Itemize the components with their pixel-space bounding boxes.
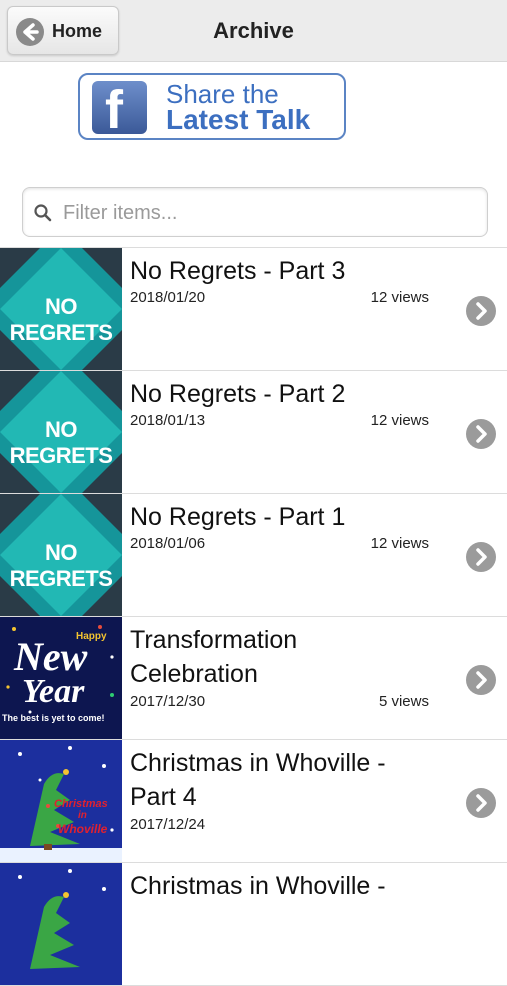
- thumbnail-text: NO REGRETS: [9, 540, 113, 591]
- item-title: Transformation Celebration: [130, 626, 298, 688]
- item-title: No Regrets - Part 1: [130, 503, 346, 531]
- thumbnail-text: Whoville: [58, 822, 108, 836]
- thumbnail-text: NO REGRETS: [9, 294, 113, 345]
- search-icon: [34, 204, 52, 222]
- filter-input[interactable]: [61, 196, 485, 230]
- list-item[interactable]: NO REGRETS No Regrets - Part 1 2018/01/0…: [0, 494, 507, 617]
- item-title: No Regrets - Part 3: [130, 257, 346, 285]
- thumbnail-text: NO REGRETS: [9, 417, 113, 468]
- item-title: No Regrets - Part 2: [130, 380, 346, 408]
- item-title: Christmas in Whoville - Part 4: [130, 749, 386, 811]
- thumbnail-text: The best is yet to come!: [2, 713, 105, 723]
- archive-list: NO REGRETS No Regrets - Part 3 2018/01/2…: [0, 248, 507, 986]
- item-date: 2018/01/13: [130, 412, 206, 429]
- header-bar: Home Archive: [0, 0, 507, 62]
- chevron-right-icon[interactable]: [466, 296, 496, 326]
- thumbnail-new-year: Happy New Year The best is yet to come!: [0, 617, 122, 739]
- item-views: 12 views: [370, 535, 429, 552]
- list-item[interactable]: Christmas in Whoville Christmas in Whovi…: [0, 740, 507, 863]
- item-date: 2017/12/24: [130, 816, 206, 833]
- item-views: 12 views: [370, 289, 429, 306]
- item-date: 2017/12/30: [130, 693, 206, 710]
- item-title: Christmas in Whoville -: [130, 872, 386, 900]
- item-views: 12 views: [370, 412, 429, 429]
- chevron-right-icon[interactable]: [466, 665, 496, 695]
- share-line-2: Latest Talk: [166, 104, 311, 135]
- chevron-right-icon[interactable]: [466, 788, 496, 818]
- page-title: Archive: [213, 18, 294, 43]
- list-item[interactable]: NO REGRETS No Regrets - Part 3 2018/01/2…: [0, 248, 507, 371]
- thumbnail-text: Christmas: [54, 798, 108, 810]
- facebook-icon: f: [92, 80, 147, 140]
- filter-box: [22, 187, 488, 237]
- list-item[interactable]: Christmas in Whoville -: [0, 863, 507, 986]
- thumbnail-text: Year: [22, 673, 85, 710]
- thumbnail-christmas: Christmas in Whoville: [0, 740, 122, 862]
- chevron-right-icon[interactable]: [466, 542, 496, 572]
- thumbnail-no-regrets: NO REGRETS: [0, 494, 122, 616]
- item-date: 2018/01/20: [130, 289, 206, 306]
- thumbnail-no-regrets: NO REGRETS: [0, 248, 122, 370]
- thumbnail-no-regrets: NO REGRETS: [0, 371, 122, 493]
- thumbnail-text: in: [78, 810, 87, 821]
- facebook-share-button[interactable]: f Share the Latest Talk: [78, 73, 346, 140]
- list-item[interactable]: NO REGRETS No Regrets - Part 2 2018/01/1…: [0, 371, 507, 494]
- list-item[interactable]: Happy New Year The best is yet to come! …: [0, 617, 507, 740]
- item-views: 5 views: [378, 693, 429, 710]
- thumbnail-christmas: [0, 863, 122, 985]
- item-date: 2018/01/06: [130, 535, 206, 552]
- chevron-right-icon[interactable]: [466, 419, 496, 449]
